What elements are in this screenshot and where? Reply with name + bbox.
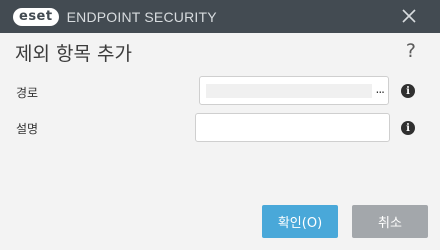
close-icon[interactable]: [402, 8, 416, 23]
path-input[interactable]: [206, 84, 372, 98]
description-info-icon[interactable]: i: [401, 121, 415, 135]
description-input[interactable]: [195, 113, 390, 142]
help-icon[interactable]: ?: [406, 40, 416, 62]
eset-logo: eset: [13, 7, 59, 26]
brand: eset ENDPOINT SECURITY: [13, 7, 217, 26]
cancel-button[interactable]: 취소: [352, 205, 428, 238]
browse-button[interactable]: ...: [376, 82, 386, 96]
path-info-icon[interactable]: i: [401, 84, 415, 98]
path-label: 경로: [16, 86, 39, 100]
title-bar: eset ENDPOINT SECURITY: [0, 0, 440, 33]
path-field[interactable]: ...: [199, 76, 389, 105]
dialog-window: eset ENDPOINT SECURITY 제외 항목 추가 ? 경로 ...…: [0, 0, 440, 250]
product-title: ENDPOINT SECURITY: [66, 8, 217, 25]
description-label: 설명: [16, 122, 39, 136]
dialog-title: 제외 항목 추가: [15, 43, 132, 65]
ok-button[interactable]: 확인(O): [262, 205, 338, 238]
